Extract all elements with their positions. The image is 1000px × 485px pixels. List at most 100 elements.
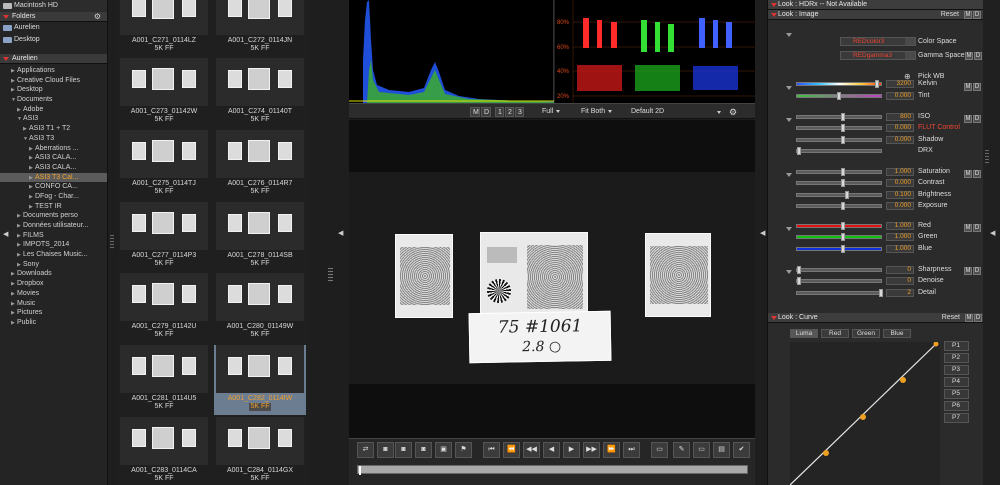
param-value[interactable]: 0.000 <box>886 202 914 210</box>
param-value[interactable]: 800 <box>886 113 914 121</box>
clip-thumbnail[interactable]: A001_C281_0114U5 5K FF <box>118 345 210 415</box>
slider-knob[interactable] <box>841 168 845 176</box>
curve-header[interactable]: Look : Curve Reset M D <box>768 313 984 323</box>
folder-tree-item[interactable]: ▶ IMPOTS_2014 <box>0 240 107 250</box>
clip-thumbnail[interactable]: A001_C278_0114SB 5K FF <box>214 202 306 272</box>
zoom-dropdown[interactable]: Full <box>542 107 561 117</box>
param-slider[interactable] <box>796 136 882 144</box>
step-forward-icon[interactable]: ⏩ <box>603 442 620 458</box>
param-slider[interactable] <box>796 277 882 285</box>
folder-tree-item[interactable]: ▶ DFog - Char... <box>0 192 107 202</box>
camera-icon[interactable]: ◙ <box>377 442 394 458</box>
param-value[interactable]: 3200 <box>886 80 914 88</box>
folder-tree-item[interactable]: ▶ Movies <box>0 289 107 299</box>
frame-icon[interactable]: ▭ <box>693 442 710 458</box>
param-slider[interactable] <box>796 92 882 100</box>
folder-tree-item[interactable]: ▼ASI3 <box>0 114 107 124</box>
folder-tree-item[interactable]: ▼Documents <box>0 95 107 105</box>
image-d-button[interactable]: D <box>973 11 981 19</box>
clip-thumbnail[interactable]: A001_C282_0114IW 5K FF <box>214 345 306 415</box>
curve-point-button[interactable]: P1 <box>944 341 969 351</box>
crop-icon[interactable]: ▤ <box>713 442 730 458</box>
look-preset-dropdown[interactable]: Default 2D <box>631 107 723 117</box>
collapse-triangle-icon[interactable] <box>771 316 777 320</box>
collapse-triangle-icon[interactable] <box>3 15 9 19</box>
param-value[interactable]: 1.000 <box>886 222 914 230</box>
slider-knob[interactable] <box>841 245 845 253</box>
param-value[interactable]: 0.100 <box>886 191 914 199</box>
gear-icon[interactable]: ⚙ <box>729 107 737 117</box>
folder-tree-item[interactable]: ▶ Sony <box>0 260 107 270</box>
slider-knob[interactable] <box>845 191 849 199</box>
folder-tree-item[interactable]: ▶ Desktop <box>0 85 107 95</box>
param-slider[interactable] <box>796 266 882 274</box>
slider-knob[interactable] <box>841 202 845 210</box>
param-value[interactable]: 0.000 <box>886 179 914 187</box>
folder-tree-item[interactable]: ▶ Pictures <box>0 308 107 318</box>
clip-thumbnail[interactable]: A001_C271_0114LZ 5K FF <box>118 0 210 57</box>
collapse-triangle-icon[interactable] <box>771 3 777 7</box>
image-m-button[interactable]: M <box>964 11 972 19</box>
image-header[interactable]: Look : Image Reset M D <box>768 10 983 20</box>
curve-tab[interactable]: Luma <box>790 329 818 338</box>
curve-tab[interactable]: Green <box>852 329 880 338</box>
curve-point[interactable] <box>823 450 829 456</box>
snapshot-icon[interactable]: ◙ <box>395 442 412 458</box>
curve-point-button[interactable]: P2 <box>944 353 969 363</box>
folder-tree-item[interactable]: ▶ Applications <box>0 66 107 76</box>
clip-thumbnail[interactable]: A001_C277_0114P3 5K FF <box>118 202 210 272</box>
param-slider[interactable] <box>796 191 882 199</box>
volume-macintosh-hd[interactable]: Macintosh HD <box>0 0 107 12</box>
timeline-scrubber[interactable] <box>357 465 748 475</box>
curve-point-button[interactable]: P4 <box>944 377 969 387</box>
folder-tree-item[interactable]: ▶ Public <box>0 318 107 328</box>
image-reset-button[interactable]: Reset <box>941 10 959 20</box>
param-value[interactable]: 1.000 <box>886 168 914 176</box>
slider-knob[interactable] <box>841 179 845 187</box>
curve-point[interactable] <box>860 414 866 420</box>
user-folder-header[interactable]: Aurelien <box>0 54 107 64</box>
curve-point-button[interactable]: P7 <box>944 413 969 423</box>
curve-point-button[interactable]: P6 <box>944 401 969 411</box>
monitor-toggle-d[interactable]: D <box>481 107 491 117</box>
param-value[interactable]: 0 <box>886 266 914 274</box>
gamma-space-dropdown[interactable]: REDgamma3 <box>840 51 916 60</box>
layout-button-3[interactable]: 3 <box>515 107 524 117</box>
skip-start-icon[interactable]: ⏮ <box>483 442 500 458</box>
slider-knob[interactable] <box>841 124 845 132</box>
param-slider[interactable] <box>796 168 882 176</box>
curve-tab[interactable]: Red <box>821 329 849 338</box>
monitor-icon[interactable]: ▭ <box>651 442 668 458</box>
slider-knob[interactable] <box>841 113 845 121</box>
slider-knob[interactable] <box>797 266 801 274</box>
folder-tree-item[interactable]: ▶ Adobe <box>0 105 107 115</box>
slider-knob[interactable] <box>841 233 845 241</box>
curve-d-button[interactable]: D <box>974 314 982 322</box>
collapse-left-arrow-icon[interactable]: ◀ <box>3 230 8 238</box>
param-value[interactable]: 0.000 <box>886 136 914 144</box>
folder-tree-item[interactable]: ▶ TEST IR <box>0 202 107 212</box>
play-icon[interactable]: ▶ <box>563 442 580 458</box>
clip-thumbnail[interactable]: A001_C280_01149W 5K FF <box>214 273 306 343</box>
param-value[interactable]: 0 <box>886 277 914 285</box>
gamma-m-button[interactable]: M <box>965 52 973 60</box>
export-icon[interactable]: ✔ <box>733 442 750 458</box>
curve-m-button[interactable]: M <box>965 314 973 322</box>
folder-tree-item[interactable]: ▶ Downloads <box>0 269 107 279</box>
param-slider[interactable] <box>796 233 882 241</box>
gamma-d-button[interactable]: D <box>974 52 982 60</box>
fast-forward-icon[interactable]: ▶▶ <box>583 442 600 458</box>
folder-tree-item[interactable]: ▶ Creative Cloud Files <box>0 76 107 86</box>
param-slider[interactable] <box>796 179 882 187</box>
curve-tab[interactable]: Blue <box>883 329 911 338</box>
clip-thumbnail[interactable]: A001_C274_01140T 5K FF <box>214 58 306 128</box>
playhead[interactable] <box>359 466 361 475</box>
color-space-dropdown[interactable]: REDcolor3 <box>840 37 916 46</box>
folder-tree-item[interactable]: ▶ ASI3 CALA... <box>0 153 107 163</box>
slider-knob[interactable] <box>797 147 801 155</box>
image-viewer[interactable]: 75 #1061 2.8 ○ <box>349 120 755 438</box>
hdrx-header[interactable]: Look : HDRx -- Not Available <box>768 0 983 10</box>
clip-thumbnail[interactable]: A001_C273_01142W 5K FF <box>118 58 210 128</box>
clip-thumbnail[interactable]: A001_C279_01142U 5K FF <box>118 273 210 343</box>
clip-thumbnail[interactable]: A001_C283_0114CA 5K FF <box>118 417 210 485</box>
